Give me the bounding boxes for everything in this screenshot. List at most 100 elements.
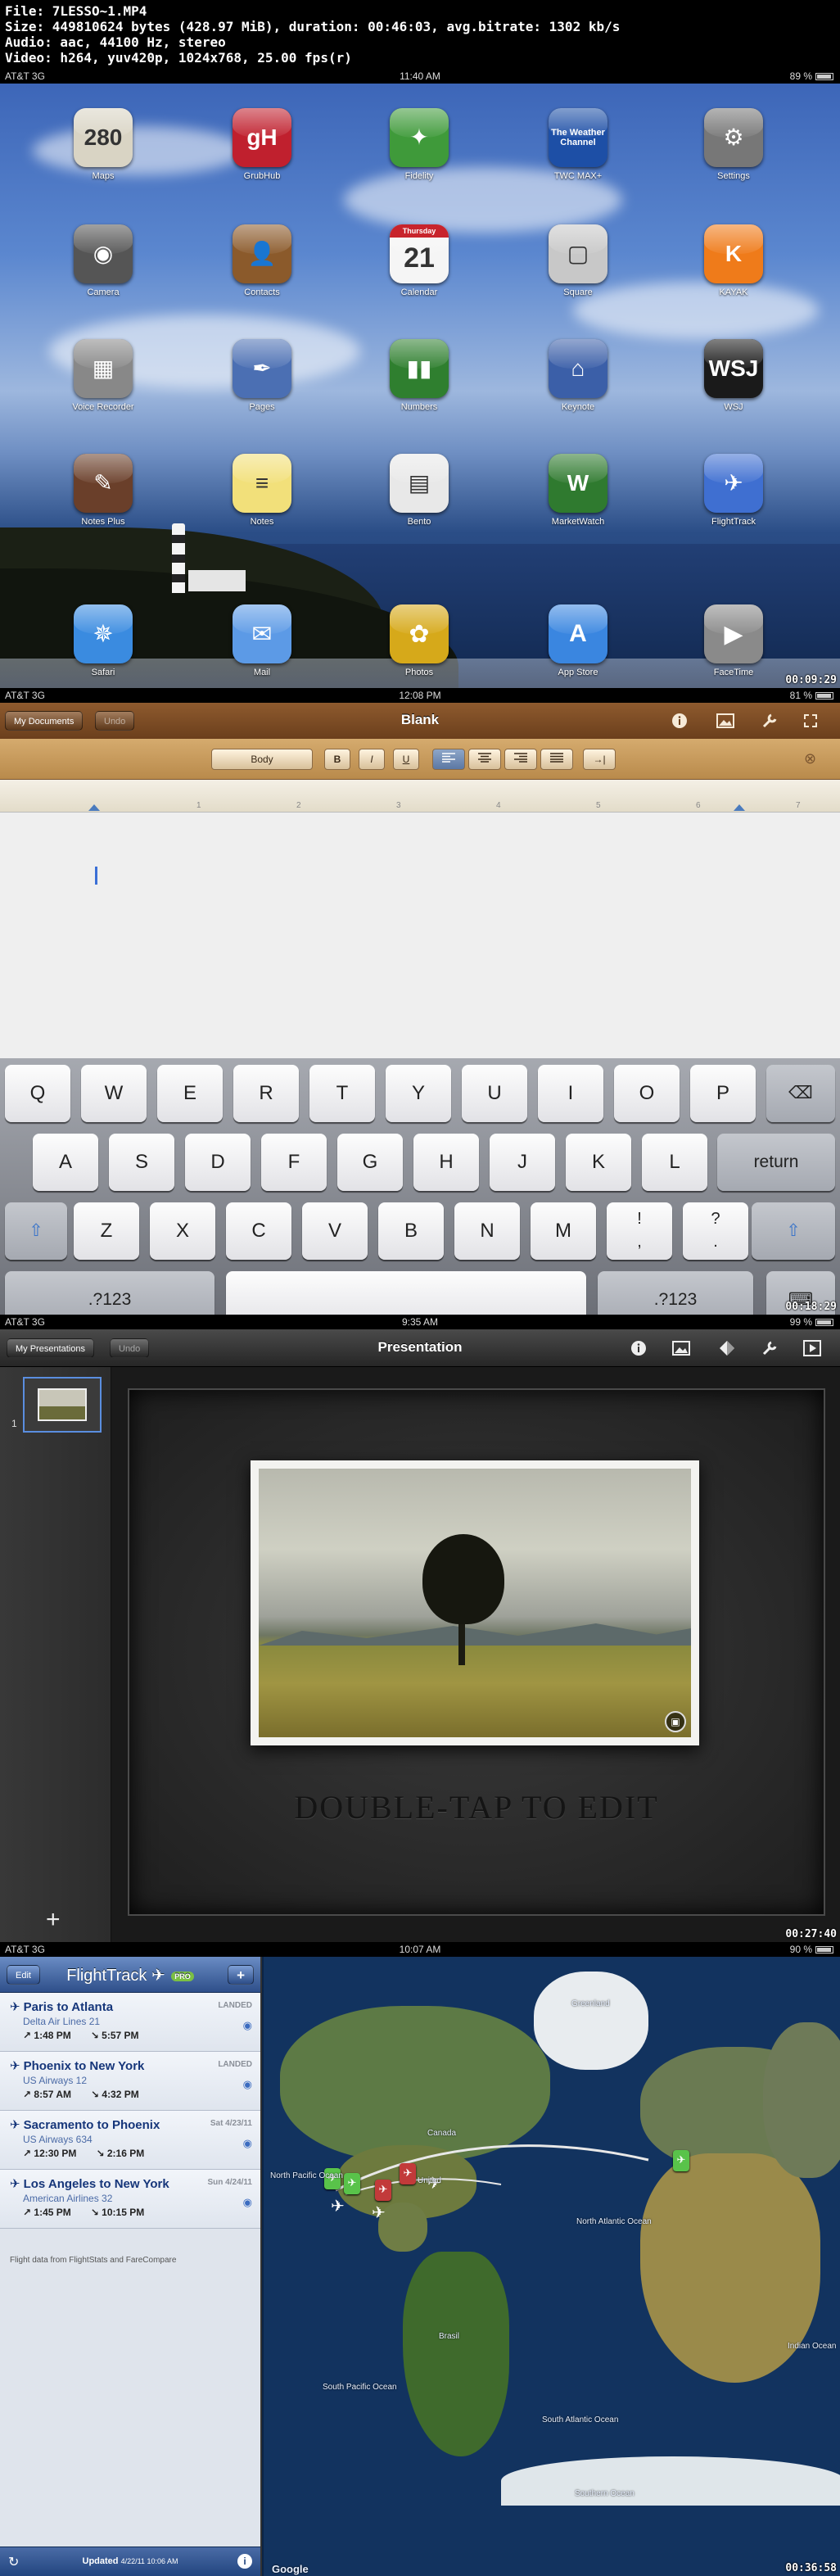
align-left-button[interactable]: [432, 749, 465, 770]
key-m[interactable]: M: [531, 1202, 596, 1260]
media-icon[interactable]: [716, 711, 735, 731]
app-notes[interactable]: ≡ Notes: [221, 454, 303, 527]
destination-pin-icon[interactable]: ✈: [400, 2163, 416, 2184]
shift-key-left[interactable]: ⇧: [5, 1202, 67, 1260]
shift-key-right[interactable]: ⇧: [752, 1202, 835, 1260]
key-d[interactable]: D: [185, 1134, 251, 1191]
origin-pin-icon[interactable]: ✈: [673, 2150, 689, 2171]
destination-pin-icon[interactable]: ✈: [375, 2180, 391, 2201]
app-grubhub[interactable]: gH GrubHub: [221, 108, 303, 181]
transition-icon[interactable]: [717, 1338, 737, 1358]
info-icon[interactable]: [629, 1338, 648, 1358]
space-bar[interactable]: [226, 1271, 586, 1315]
plane-marker-icon[interactable]: ✈: [372, 2203, 386, 2223]
key-j[interactable]: J: [490, 1134, 555, 1191]
dock-app-app-store[interactable]: A App Store: [537, 604, 619, 677]
app-flighttrack[interactable]: ✈ FlightTrack: [693, 454, 775, 527]
indent-button[interactable]: →|: [583, 749, 616, 770]
key-s[interactable]: S: [109, 1134, 174, 1191]
underline-button[interactable]: U: [393, 749, 419, 770]
question-period-key[interactable]: ?.: [683, 1202, 748, 1260]
key-v[interactable]: V: [302, 1202, 368, 1260]
app-square[interactable]: ▢ Square: [537, 224, 619, 297]
key-e[interactable]: E: [157, 1065, 223, 1122]
align-center-button[interactable]: [468, 749, 501, 770]
wrench-tools-icon[interactable]: [760, 1338, 779, 1358]
slide-caption-placeholder[interactable]: DOUBLE-TAP TO EDIT: [128, 1788, 825, 1827]
app-kayak[interactable]: K KAYAK: [693, 224, 775, 297]
key-h[interactable]: H: [413, 1134, 479, 1191]
eye-icon[interactable]: ◉: [243, 2137, 252, 2150]
fullscreen-icon[interactable]: [801, 711, 820, 731]
italic-button[interactable]: I: [359, 749, 385, 770]
close-format-bar-icon[interactable]: ⊗: [804, 750, 816, 767]
eye-icon[interactable]: ◉: [243, 2078, 252, 2091]
media-icon[interactable]: [671, 1338, 691, 1358]
key-z[interactable]: Z: [74, 1202, 139, 1260]
bold-button[interactable]: B: [324, 749, 350, 770]
flight-row[interactable]: ✈ Sacramento to Phoenix Sat 4/23/11 US Airw…: [0, 2111, 260, 2170]
app-maps[interactable]: 280 Maps: [62, 108, 144, 181]
key-o[interactable]: O: [614, 1065, 680, 1122]
key-n[interactable]: N: [454, 1202, 520, 1260]
app-camera[interactable]: ◉ Camera: [62, 224, 144, 297]
numbers-key-left[interactable]: .?123: [5, 1271, 215, 1315]
app-pages[interactable]: ✒ Pages: [221, 339, 303, 412]
key-q[interactable]: Q: [5, 1065, 70, 1122]
key-c[interactable]: C: [226, 1202, 291, 1260]
right-margin-marker[interactable]: [734, 804, 745, 811]
key-g[interactable]: G: [337, 1134, 403, 1191]
dock-app-facetime[interactable]: ▶ FaceTime: [693, 604, 775, 677]
key-w[interactable]: W: [81, 1065, 147, 1122]
dock-app-mail[interactable]: ✉ Mail: [221, 604, 303, 677]
app-calendar[interactable]: Thursday 21 Calendar: [378, 224, 460, 297]
add-slide-button[interactable]: +: [46, 1906, 61, 1934]
key-p[interactable]: P: [690, 1065, 756, 1122]
flight-map[interactable]: ✈ ✈ ✈ ✈ ✈ ✈ ✈ ✈ Greenland Canada United Nor…: [264, 1957, 840, 2576]
info-icon[interactable]: i: [237, 2554, 252, 2569]
key-b[interactable]: B: [378, 1202, 444, 1260]
app-twc-max-[interactable]: The Weather Channel TWC MAX+: [537, 108, 619, 181]
key-k[interactable]: K: [566, 1134, 631, 1191]
key-u[interactable]: U: [462, 1065, 527, 1122]
key-x[interactable]: X: [150, 1202, 215, 1260]
info-icon[interactable]: [670, 711, 689, 731]
eye-icon[interactable]: ◉: [243, 2019, 252, 2032]
app-voice-recorder[interactable]: ▦ Voice Recorder: [62, 339, 144, 412]
key-l[interactable]: L: [642, 1134, 707, 1191]
app-keynote[interactable]: ⌂ Keynote: [537, 339, 619, 412]
numbers-key-right[interactable]: .?123: [598, 1271, 753, 1315]
app-contacts[interactable]: 👤 Contacts: [221, 224, 303, 297]
backspace-key[interactable]: ⌫: [766, 1065, 835, 1122]
app-settings[interactable]: ⚙ Settings: [693, 108, 775, 181]
return-key[interactable]: return: [717, 1134, 835, 1191]
dock-app-safari[interactable]: ✵ Safari: [62, 604, 144, 677]
app-notes-plus[interactable]: ✎ Notes Plus: [62, 454, 144, 527]
plane-marker-icon[interactable]: ✈: [331, 2196, 345, 2216]
document-canvas[interactable]: [0, 813, 840, 1058]
key-i[interactable]: I: [538, 1065, 603, 1122]
flight-row[interactable]: ✈ Paris to Atlanta LANDED Delta Air Lines 2…: [0, 1993, 260, 2052]
app-wsj[interactable]: WSJ WSJ: [693, 339, 775, 412]
flight-row[interactable]: ✈ Phoenix to New York LANDED US Airways 12 ↗…: [0, 2052, 260, 2111]
app-marketwatch[interactable]: W MarketWatch: [537, 454, 619, 527]
key-t[interactable]: T: [309, 1065, 375, 1122]
key-r[interactable]: R: [233, 1065, 299, 1122]
play-slideshow-icon[interactable]: [802, 1338, 822, 1358]
dock-app-photos[interactable]: ✿ Photos: [378, 604, 460, 677]
replace-image-icon[interactable]: ▣: [665, 1711, 686, 1732]
app-numbers[interactable]: ▮▮ Numbers: [378, 339, 460, 412]
align-right-button[interactable]: [504, 749, 537, 770]
flight-row[interactable]: ✈ Los Angeles to New York Sun 4/24/11 Ameri…: [0, 2170, 260, 2229]
wrench-tools-icon[interactable]: [760, 711, 779, 731]
paragraph-style-button[interactable]: Body: [211, 749, 313, 770]
origin-pin-icon[interactable]: ✈: [344, 2173, 360, 2194]
slide-thumbnail[interactable]: [23, 1377, 102, 1433]
key-a[interactable]: A: [33, 1134, 98, 1191]
left-margin-marker[interactable]: [88, 804, 100, 811]
add-flight-button[interactable]: +: [228, 1965, 254, 1985]
slide-photo[interactable]: ▣: [251, 1460, 699, 1745]
app-fidelity[interactable]: ✦ Fidelity: [378, 108, 460, 181]
eye-icon[interactable]: ◉: [243, 2196, 252, 2209]
app-bento[interactable]: ▤ Bento: [378, 454, 460, 527]
